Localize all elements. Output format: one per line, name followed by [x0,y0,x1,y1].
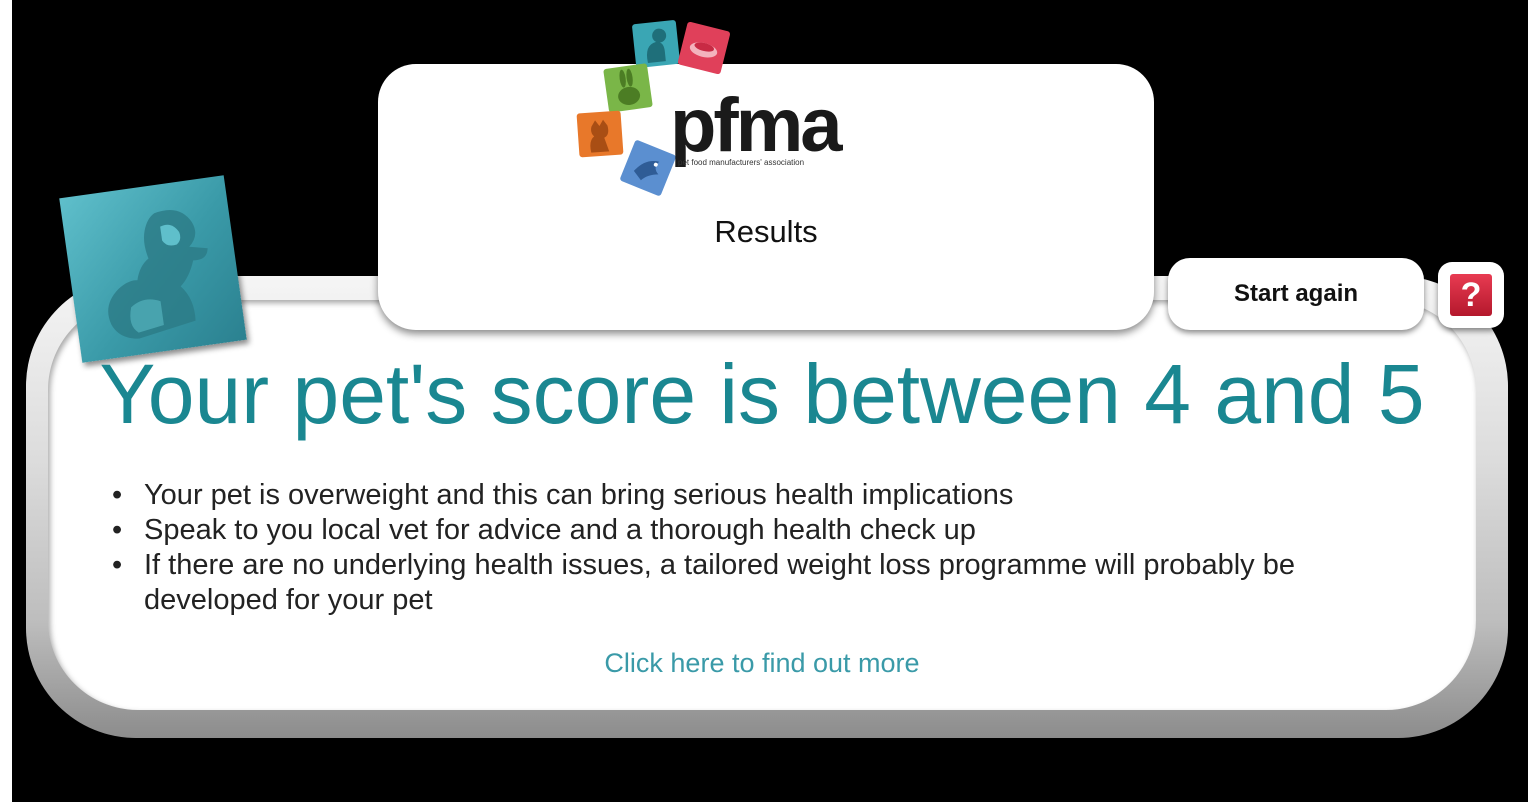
pfma-wordmark: pfma [670,83,843,168]
advice-item: • Your pet is overweight and this can br… [112,478,1412,513]
pfma-logo: pfma pet food manufacturers' association [574,16,864,202]
start-again-button[interactable]: Start again [1168,258,1424,330]
left-edge-strip [0,0,12,802]
pet-silhouette-icon [59,175,247,363]
rabbit-icon [603,63,653,113]
question-mark-icon: ? [1450,274,1492,316]
advice-text: Speak to you local vet for advice and a … [144,514,976,546]
page-title: Results [714,214,818,249]
app-screen: pfma pet food manufacturers' association… [0,0,1528,802]
advice-item: • If there are no underlying health issu… [112,548,1412,618]
food-bowl-icon [677,21,731,75]
score-heading: Your pet's score is between 4 and 5 [99,347,1425,441]
advice-item: • Speak to you local vet for advice and … [112,513,1412,548]
advice-text: Your pet is overweight and this can brin… [144,479,1014,511]
bullet-icon: • [112,549,123,581]
advice-list: • Your pet is overweight and this can br… [112,478,1412,618]
advice-text: If there are no underlying health issues… [144,549,1295,616]
dog-icon [631,19,681,69]
bird-icon [619,139,677,197]
help-button[interactable]: ? [1438,262,1504,328]
bullet-icon: • [112,514,123,546]
pfma-tagline: pet food manufacturers' association [678,158,805,167]
find-out-more-link[interactable]: Click here to find out more [48,648,1476,679]
bullet-icon: • [112,479,123,511]
cat-icon [576,110,624,158]
